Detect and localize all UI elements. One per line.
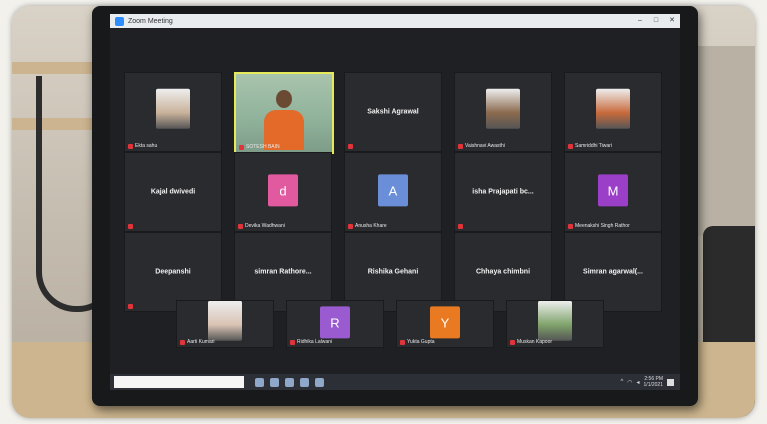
store-icon[interactable] — [300, 377, 309, 387]
zoom-app-icon — [115, 16, 124, 26]
taskbar: ^ ◠ ◂ 2:56 PM 1/1/2021 — [110, 374, 680, 390]
participant-name: Devika Wadhwani — [245, 223, 285, 229]
participant-label: Anusha Khare — [348, 223, 387, 229]
participant-tile[interactable]: Muskan Kapoor — [506, 300, 604, 348]
muted-mic-icon — [348, 223, 353, 229]
participant-display-name: Chhaya chimbni — [475, 268, 531, 276]
participant-name: Ridhika Lalwani — [297, 339, 333, 345]
participant-tile[interactable]: R Ridhika Lalwani — [286, 300, 384, 348]
taskbar-search-input[interactable] — [114, 376, 244, 388]
participant-name: Muskan Kapoor — [517, 339, 553, 345]
system-tray: ^ ◠ ◂ 2:56 PM 1/1/2021 — [620, 376, 674, 388]
participant-tile[interactable]: isha Prajapati bc... — [454, 152, 552, 232]
profile-photo — [538, 301, 572, 341]
participant-label: Ridhika Lalwani — [290, 339, 332, 345]
participant-label — [128, 224, 135, 229]
video-person-head — [276, 89, 292, 108]
muted-mic-icon — [400, 339, 405, 345]
participant-name: Vaishnavi Awasthi — [465, 143, 505, 149]
video-feed — [236, 74, 332, 152]
participant-tile[interactable]: M Meenakshi Singh Rathor — [564, 152, 662, 232]
window-titlebar: Zoom Meeting – □ ✕ — [110, 14, 680, 28]
avatar: M — [598, 174, 628, 207]
profile-photo — [156, 88, 190, 129]
participant-tile[interactable]: Vaishnavi Awasthi — [454, 72, 552, 152]
participant-label: Yukta Gupta — [400, 339, 435, 345]
maximize-button[interactable]: □ — [648, 14, 664, 28]
participant-display-name: isha Prajapati bc... — [472, 188, 534, 196]
muted-mic-icon — [568, 223, 573, 229]
muted-mic-icon — [128, 143, 133, 149]
participant-label: Samriddhi Tiwari — [568, 143, 612, 149]
muted-mic-icon — [180, 339, 185, 345]
zoom-taskbar-icon[interactable] — [315, 377, 324, 387]
muted-mic-icon — [458, 224, 463, 229]
participant-name: Ekta sahu — [135, 143, 158, 149]
profile-photo — [208, 301, 242, 341]
participant-name: Yukta Gupta — [407, 339, 435, 345]
volume-icon[interactable]: ◂ — [637, 379, 640, 386]
minimize-button[interactable]: – — [632, 14, 648, 28]
participant-tile[interactable]: A Anusha Khare — [344, 152, 442, 232]
profile-photo — [486, 88, 520, 129]
muted-mic-icon — [348, 144, 353, 149]
muted-mic-icon — [290, 339, 295, 345]
screen: Zoom Meeting – □ ✕ Ekta sahu SOTESH BAIN S… — [110, 14, 680, 390]
taskbar-apps — [252, 377, 327, 387]
notification-icon[interactable] — [667, 378, 674, 386]
participant-label — [128, 304, 135, 309]
participant-name: Aarti Kumari — [187, 339, 215, 345]
participant-tile[interactable]: Samriddhi Tiwari — [564, 72, 662, 152]
participant-label — [348, 144, 355, 149]
participant-display-name: Sakshi Agrawal — [367, 108, 419, 116]
clock[interactable]: 2:56 PM 1/1/2021 — [644, 376, 663, 388]
avatar: Y — [430, 306, 460, 339]
chevron-up-icon[interactable]: ^ — [620, 379, 623, 385]
avatar: d — [268, 174, 298, 207]
muted-mic-icon — [568, 143, 573, 149]
participant-display-name: simran Rathore... — [254, 268, 312, 276]
task-view-icon[interactable] — [255, 377, 264, 387]
edge-icon[interactable] — [270, 377, 279, 387]
participant-name: Samriddhi Tiwari — [575, 143, 612, 149]
participant-tile[interactable]: SOTESH BAIN — [234, 72, 334, 154]
profile-photo — [596, 88, 630, 129]
participant-tile[interactable]: Y Yukta Gupta — [396, 300, 494, 348]
participant-label: SOTESH BAIN — [239, 144, 280, 150]
muted-mic-icon — [128, 304, 133, 309]
participant-label: Ekta sahu — [128, 143, 157, 149]
participant-label: Aarti Kumari — [180, 339, 215, 345]
window-controls: – □ ✕ — [632, 14, 680, 28]
participant-tile[interactable]: Kajal dwivedi — [124, 152, 222, 232]
participant-tile[interactable]: Aarti Kumari — [176, 300, 274, 348]
participant-tile[interactable]: d Devika Wadhwani — [234, 152, 332, 232]
participant-name: Meenakshi Singh Rathor — [575, 223, 630, 229]
muted-mic-icon — [238, 223, 243, 229]
avatar: R — [320, 306, 350, 339]
participant-label: Muskan Kapoor — [510, 339, 552, 345]
close-button[interactable]: ✕ — [664, 14, 680, 28]
participant-display-name: Rishika Gehani — [367, 268, 419, 276]
participant-label: Vaishnavi Awasthi — [458, 143, 505, 149]
participant-label: Meenakshi Singh Rathor — [568, 223, 630, 229]
participant-tile[interactable]: Ekta sahu — [124, 72, 222, 152]
muted-mic-icon — [128, 224, 133, 229]
avatar: A — [378, 174, 408, 207]
participant-grid: Ekta sahu SOTESH BAIN Sakshi Agrawal Vaishn… — [124, 72, 672, 348]
participant-display-name: Simran agarwal(... — [583, 268, 643, 276]
muted-mic-icon — [239, 144, 244, 150]
participant-name: Anusha Khare — [355, 223, 387, 229]
muted-mic-icon — [510, 339, 515, 345]
participant-display-name: Deepanshi — [155, 268, 191, 276]
participant-label — [458, 224, 465, 229]
participant-tile[interactable]: Sakshi Agrawal — [344, 72, 442, 152]
window-title: Zoom Meeting — [128, 17, 173, 25]
participant-name: SOTESH BAIN — [246, 144, 280, 150]
participant-display-name: Kajal dwivedi — [150, 188, 196, 196]
wifi-icon[interactable]: ◠ — [627, 379, 632, 386]
participant-label: Devika Wadhwani — [238, 223, 285, 229]
clock-date: 1/1/2021 — [643, 382, 663, 388]
muted-mic-icon — [458, 143, 463, 149]
folder-icon[interactable] — [285, 377, 294, 387]
